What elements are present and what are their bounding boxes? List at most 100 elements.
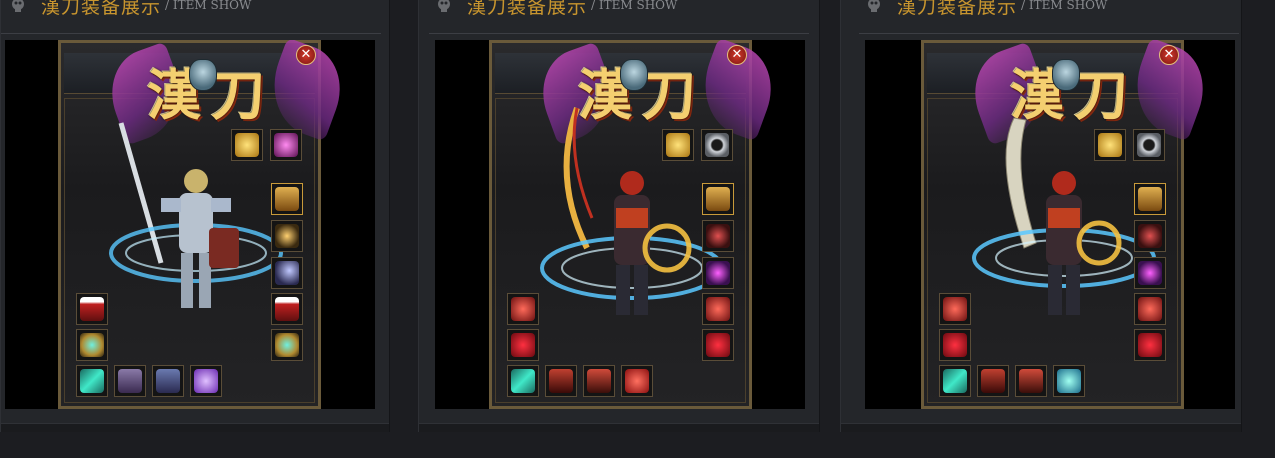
slot-left-1[interactable] [76,293,108,325]
slot-bottom-2[interactable] [114,365,146,397]
slot-right-5[interactable] [271,329,303,361]
panel-header: 漢刀装备展示 / ITEM SHOW [435,0,678,18]
slot-right-3[interactable] [702,257,734,289]
slot-bottom-4[interactable] [621,365,653,397]
purple-crystal-icon [194,369,218,393]
armored-boots-icon [118,369,142,393]
red-amulet-icon [706,224,730,248]
slot-right-1[interactable] [702,183,734,215]
item-show-panel-2: 漢刀装备展示 / ITEM SHOW 漢刀 ✕ [418,0,820,432]
treasure-chest-icon [706,187,730,211]
slot-bottom-4[interactable] [190,365,222,397]
slot-right-2[interactable] [271,220,303,252]
close-button[interactable]: ✕ [727,45,747,65]
panel-footer [419,423,819,432]
red-gauntlet-icon [943,297,967,321]
slot-top-1[interactable] [231,129,263,161]
equipment-screenshot: 漢刀 ✕ [435,40,805,409]
slot-bottom-4[interactable] [1053,365,1085,397]
violet-talisman-icon [706,261,730,285]
treasure-chest-icon [1138,187,1162,211]
panel-subtitle: / ITEM SHOW [165,0,252,12]
slot-top-1[interactable] [1094,129,1126,161]
equipment-screenshot: 漢刀 ✕ [865,40,1235,409]
slot-bottom-3[interactable] [583,365,615,397]
jade-sword-icon [80,369,104,393]
jeweled-ring-icon [275,333,299,357]
jade-sword-icon [943,369,967,393]
slot-top-1[interactable] [662,129,694,161]
slot-top-2[interactable] [1133,129,1165,161]
slot-left-2[interactable] [76,329,108,361]
ruby-ring-icon [1138,333,1162,357]
violet-talisman-icon [1138,261,1162,285]
slot-bottom-1[interactable] [939,365,971,397]
red-boots-icon [981,369,1005,393]
panel-header: 漢刀装备展示 / ITEM SHOW [865,0,1108,18]
slot-left-1[interactable] [507,293,539,325]
pink-gem-icon [274,133,298,157]
red-gauntlet-icon [511,297,535,321]
panel-header: 漢刀装备展示 / ITEM SHOW [9,0,252,18]
ruby-gem-icon [625,369,649,393]
equipment-window: 漢刀 ✕ [489,40,785,409]
close-button[interactable]: ✕ [1159,45,1179,65]
slot-left-2[interactable] [507,329,539,361]
skull-emblem-icon [12,0,24,12]
equipment-window: 漢刀 ✕ [58,40,354,409]
item-show-panel-1: 漢刀装备展示 / ITEM SHOW 漢刀 ✕ [0,0,390,432]
skull-emblem-icon [868,0,880,12]
panel-title: 漢刀装备展示 [467,0,588,18]
slot-right-2[interactable] [702,220,734,252]
slot-right-5[interactable] [702,329,734,361]
close-button[interactable]: ✕ [296,45,316,65]
red-amulet-icon [1138,224,1162,248]
item-show-panel-3: 漢刀装备展示 / ITEM SHOW 漢刀 ✕ [840,0,1242,432]
panel-title: 漢刀装备展示 [41,0,162,18]
ruby-ring-icon [706,333,730,357]
silver-ring-icon [1137,133,1161,157]
red-belt-icon [587,369,611,393]
skull-icon [189,59,217,91]
gold-medal-icon [666,133,690,157]
slot-right-4[interactable] [1134,293,1166,325]
skull-icon [620,59,648,91]
panel-subtitle: / ITEM SHOW [591,0,678,12]
red-belt-icon [1019,369,1043,393]
gold-medal-icon [1098,133,1122,157]
slot-bottom-3[interactable] [1015,365,1047,397]
slot-right-1[interactable] [271,183,303,215]
slot-top-2[interactable] [701,129,733,161]
armor-belt-icon [156,369,180,393]
skull-icon [1052,59,1080,91]
slot-right-2[interactable] [1134,220,1166,252]
slot-right-4[interactable] [271,293,303,325]
slot-right-3[interactable] [271,257,303,289]
slot-bottom-3[interactable] [152,365,184,397]
slot-left-1[interactable] [939,293,971,325]
slot-right-5[interactable] [1134,329,1166,361]
slot-right-3[interactable] [1134,257,1166,289]
red-gauntlet-icon [1138,297,1162,321]
ruby-ring-icon [943,333,967,357]
slot-bottom-2[interactable] [545,365,577,397]
slot-left-2[interactable] [939,329,971,361]
slot-right-4[interactable] [702,293,734,325]
slot-bottom-2[interactable] [977,365,1009,397]
slot-right-1[interactable] [1134,183,1166,215]
claw-gauntlet-icon [80,297,104,321]
slot-bottom-1[interactable] [507,365,539,397]
red-boots-icon [549,369,573,393]
skull-emblem-icon [438,0,450,12]
panel-subtitle: / ITEM SHOW [1021,0,1108,12]
slot-top-2[interactable] [270,129,302,161]
amulet-icon [275,224,299,248]
equipment-window: 漢刀 ✕ [921,40,1217,409]
header-divider [429,33,809,34]
header-divider [859,33,1239,34]
panel-footer [1,423,389,432]
slot-bottom-1[interactable] [76,365,108,397]
silver-ring-icon [705,133,729,157]
treasure-chest-icon [275,187,299,211]
ruby-ring-icon [511,333,535,357]
